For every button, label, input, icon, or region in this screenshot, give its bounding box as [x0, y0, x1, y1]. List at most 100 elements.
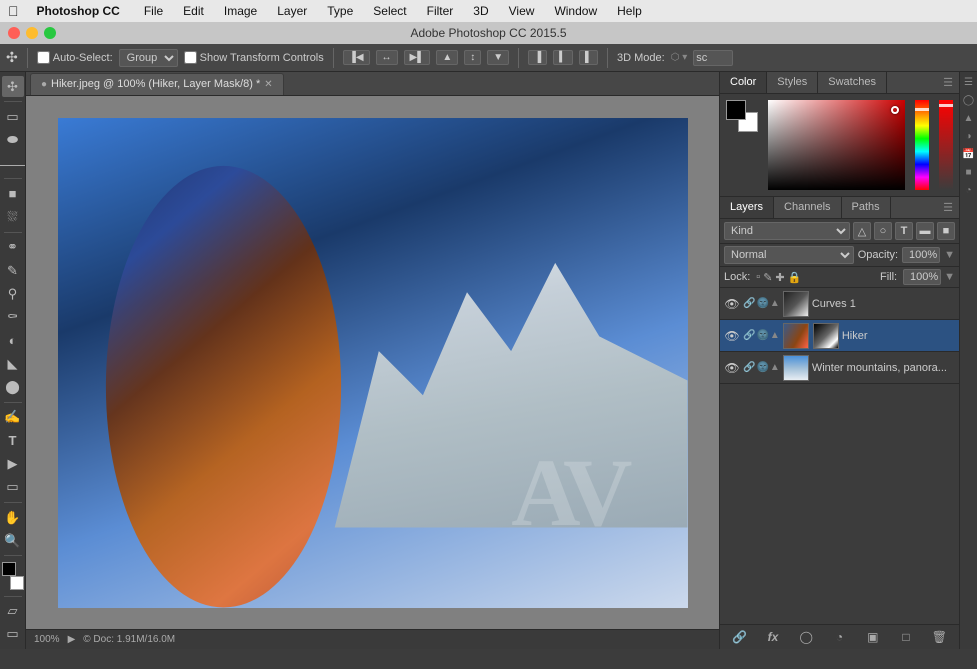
layer-visibility-winter[interactable]: 👁 — [724, 360, 740, 376]
menu-image[interactable]: Image — [220, 4, 261, 18]
lock-pixel-btn[interactable]: ▫ — [756, 271, 760, 283]
layer-fx-hiker[interactable]: 🌚 — [756, 330, 768, 341]
menu-filter[interactable]: Filter — [423, 4, 458, 18]
tab-swatches[interactable]: Swatches — [818, 72, 887, 93]
menu-select[interactable]: Select — [369, 4, 410, 18]
align-center-h-btn[interactable]: ↔ — [376, 50, 398, 65]
layer-fx-winter[interactable]: 🌚 — [756, 362, 768, 373]
fill-arrow[interactable]: ▼ — [944, 271, 955, 283]
menu-help[interactable]: Help — [613, 4, 646, 18]
mini-icon-5[interactable]: 📅 — [961, 146, 977, 162]
brush-tool[interactable]: ✎ — [2, 260, 24, 281]
shape-tool[interactable]: ▭ — [2, 477, 24, 498]
clone-tool[interactable]: ⚲ — [2, 283, 24, 304]
menu-3d[interactable]: 3D — [469, 4, 492, 18]
fill-input[interactable] — [903, 269, 941, 285]
color-swatches[interactable] — [2, 562, 24, 589]
tab-color[interactable]: Color — [720, 72, 767, 93]
layer-fx-curves[interactable]: 🌚 — [756, 298, 768, 309]
align-center-v-btn[interactable]: ↕ — [464, 50, 481, 65]
tab-close-button[interactable]: ✕ — [264, 79, 272, 90]
canvas-viewport[interactable]: AV — [26, 96, 719, 629]
kind-filter-type-btn[interactable]: T — [895, 222, 913, 240]
maximize-button[interactable] — [44, 27, 56, 39]
menu-window[interactable]: Window — [550, 4, 601, 18]
gradient-tool[interactable]: ◣ — [2, 353, 24, 374]
kind-filter-pixel-btn[interactable]: △ — [853, 222, 871, 240]
new-layer-btn[interactable]: □ — [890, 628, 921, 646]
lasso-tool[interactable]: ⬬ — [2, 130, 24, 151]
auto-select-checkbox[interactable] — [37, 51, 50, 64]
kind-filter-shape-btn[interactable]: ▬ — [916, 222, 934, 240]
quick-select-tool[interactable]: ⸻ — [2, 153, 24, 174]
close-button[interactable] — [8, 27, 20, 39]
transform-controls-checkbox[interactable] — [184, 51, 197, 64]
minimize-button[interactable] — [26, 27, 38, 39]
pen-tool[interactable]: ✍ — [2, 407, 24, 428]
delete-layer-btn[interactable]: 🗑 — [924, 628, 955, 646]
distribute-btn-3[interactable]: ▌ — [579, 50, 598, 65]
menu-edit[interactable]: Edit — [179, 4, 208, 18]
tab-paths[interactable]: Paths — [842, 197, 891, 218]
align-right-btn[interactable]: ▶▌ — [404, 50, 431, 65]
layer-row-curves[interactable]: 👁 🔗 🌚 ▲ Curves 1 — [720, 288, 959, 320]
layer-link-winter[interactable]: 🔗 — [743, 362, 755, 373]
tab-layers[interactable]: Layers — [720, 197, 774, 218]
heal-tool[interactable]: ⚭ — [2, 237, 24, 258]
mini-icon-3[interactable]: ▲ — [961, 110, 977, 126]
background-color-swatch[interactable] — [10, 576, 24, 590]
layer-fx-btn[interactable]: fx — [757, 628, 788, 646]
adjustment-layer-btn[interactable]: ◔ — [824, 628, 855, 646]
opacity-arrow[interactable]: ▼ — [944, 249, 955, 261]
layer-mask-curves[interactable]: ▲ — [770, 298, 780, 309]
color-gradient[interactable] — [768, 100, 905, 190]
mini-icon-1[interactable]: ☰ — [961, 74, 977, 90]
3d-mode-input[interactable] — [693, 50, 733, 66]
kind-filter-adjust-btn[interactable]: ○ — [874, 222, 892, 240]
lock-all-btn[interactable]: 🔒 — [788, 271, 802, 284]
foreground-color-swatch[interactable] — [2, 562, 16, 576]
new-group-btn[interactable]: ▣ — [857, 628, 888, 646]
mini-icon-4[interactable]: ◑ — [961, 128, 977, 144]
lock-image-btn[interactable]: ✎ — [763, 271, 772, 284]
menu-type[interactable]: Type — [323, 4, 357, 18]
layer-row-hiker[interactable]: 👁 🔗 🌚 ▲ Hiker — [720, 320, 959, 352]
kind-filter-select[interactable]: Kind — [724, 222, 850, 240]
eraser-tool[interactable]: ◐ — [2, 330, 24, 351]
zoom-tool[interactable]: 🔍 — [2, 530, 24, 551]
distribute-btn-1[interactable]: ▐ — [528, 50, 547, 65]
layer-mask-winter[interactable]: ▲ — [770, 362, 780, 373]
link-layers-btn[interactable]: 🔗 — [724, 628, 755, 646]
align-top-btn[interactable]: ▲ — [436, 50, 458, 65]
history-brush-tool[interactable]: ⚰ — [2, 307, 24, 328]
quick-mask-btn[interactable]: ▱ — [2, 601, 24, 622]
hue-bar[interactable] — [915, 100, 929, 190]
blur-tool[interactable]: ⬤ — [2, 376, 24, 397]
color-panel-menu-btn[interactable]: ☰ — [937, 72, 959, 93]
add-mask-btn[interactable]: ◯ — [791, 628, 822, 646]
distribute-btn-2[interactable]: ▍ — [553, 50, 573, 65]
eyedropper-tool[interactable]: ⛆ — [2, 206, 24, 227]
layer-visibility-hiker[interactable]: 👁 — [724, 328, 740, 344]
layer-mask-hiker[interactable]: ▲ — [770, 330, 780, 341]
opacity-input[interactable] — [902, 247, 940, 263]
tab-styles[interactable]: Styles — [767, 72, 818, 93]
align-bottom-btn[interactable]: ▼ — [487, 50, 509, 65]
layer-link-hiker[interactable]: 🔗 — [743, 330, 755, 341]
alpha-bar[interactable] — [939, 100, 953, 190]
marquee-tool[interactable]: ▭ — [2, 106, 24, 127]
menu-view[interactable]: View — [505, 4, 539, 18]
auto-select-type[interactable]: Group — [119, 49, 178, 67]
mini-icon-2[interactable]: ◯ — [961, 92, 977, 108]
fg-swatch[interactable] — [726, 100, 746, 120]
menu-file[interactable]: File — [140, 4, 167, 18]
hand-tool[interactable]: ✋ — [2, 507, 24, 528]
path-tool[interactable]: ▶ — [2, 453, 24, 474]
menu-layer[interactable]: Layer — [273, 4, 311, 18]
mini-icon-7[interactable]: ◔ — [961, 182, 977, 198]
move-tool[interactable]: ✣ — [2, 76, 24, 97]
mini-icon-6[interactable]: ■ — [961, 164, 977, 180]
layer-link-curves[interactable]: 🔗 — [743, 298, 755, 309]
layer-visibility-curves[interactable]: 👁 — [724, 296, 740, 312]
text-tool[interactable]: T — [2, 430, 24, 451]
